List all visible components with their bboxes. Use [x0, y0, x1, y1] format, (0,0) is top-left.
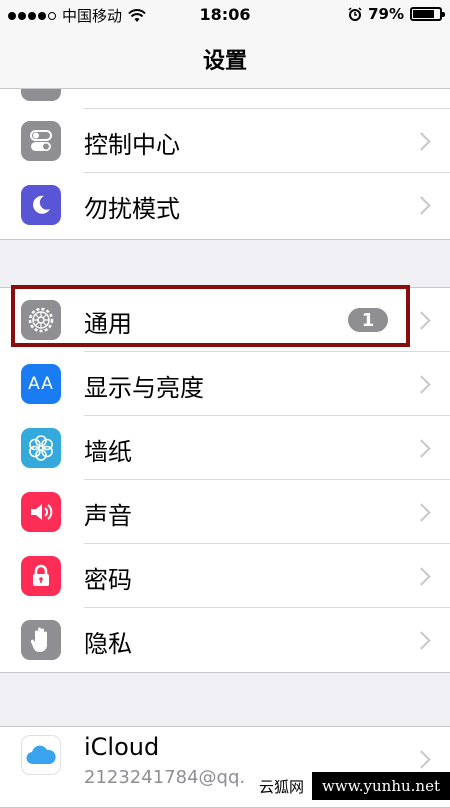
row-label: 声音: [84, 502, 132, 530]
chevron-right-icon: [412, 196, 431, 215]
account-email: 2123241784@qq.: [84, 767, 246, 788]
text-size-icon: AA: [21, 364, 61, 404]
row-label: iCloud: [84, 733, 160, 761]
hand-icon: [21, 620, 61, 660]
settings-row-passcode[interactable]: 密码: [0, 544, 450, 608]
cloud-icon: [21, 735, 61, 775]
row-label: 隐私: [84, 630, 132, 658]
watermark-right: www.yunhu.net: [312, 772, 450, 800]
settings-row-sounds[interactable]: 声音: [0, 480, 450, 544]
settings-row-wallpaper[interactable]: 墙纸: [0, 416, 450, 480]
chevron-right-icon: [412, 375, 431, 394]
battery-percent: 79%: [368, 5, 404, 23]
settings-row-privacy[interactable]: 隐私: [0, 608, 450, 672]
settings-group-1: 控制中心 勿扰模式: [0, 88, 450, 240]
flower-icon: [21, 428, 61, 468]
row-label: 显示与亮度: [84, 374, 204, 402]
alarm-icon: [348, 7, 362, 21]
battery-icon: [410, 7, 445, 21]
settings-row-display-brightness[interactable]: AA 显示与亮度: [0, 352, 450, 416]
chevron-right-icon: [412, 631, 431, 650]
status-bar: 中国移动 18:06 79%: [0, 0, 450, 30]
chevron-right-icon: [412, 503, 431, 522]
chevron-right-icon: [412, 567, 431, 586]
chevron-right-icon: [412, 311, 431, 330]
watermark: 云狐网 www.yunhu.net: [251, 772, 450, 800]
control-center-icon: [21, 121, 61, 161]
row-label: 密码: [84, 566, 132, 594]
nav-bar: 设置: [0, 30, 450, 89]
lock-icon: [21, 556, 61, 596]
chevron-right-icon: [412, 439, 431, 458]
highlight-box: [11, 285, 410, 347]
row-label: 墙纸: [84, 438, 132, 466]
text-size-glyph: AA: [28, 374, 54, 394]
settings-row-do-not-disturb[interactable]: 勿扰模式: [0, 173, 450, 237]
row-label: 勿扰模式: [84, 195, 180, 223]
speaker-icon: [21, 492, 61, 532]
moon-icon: [21, 185, 61, 225]
chevron-right-icon: [412, 132, 431, 151]
chevron-right-icon: [412, 750, 431, 769]
partial-icon: [21, 89, 61, 101]
watermark-left: 云狐网: [251, 772, 313, 800]
row-label: 控制中心: [84, 131, 180, 159]
page-title: 设置: [202, 49, 247, 74]
settings-row-control-center[interactable]: 控制中心: [0, 109, 450, 173]
